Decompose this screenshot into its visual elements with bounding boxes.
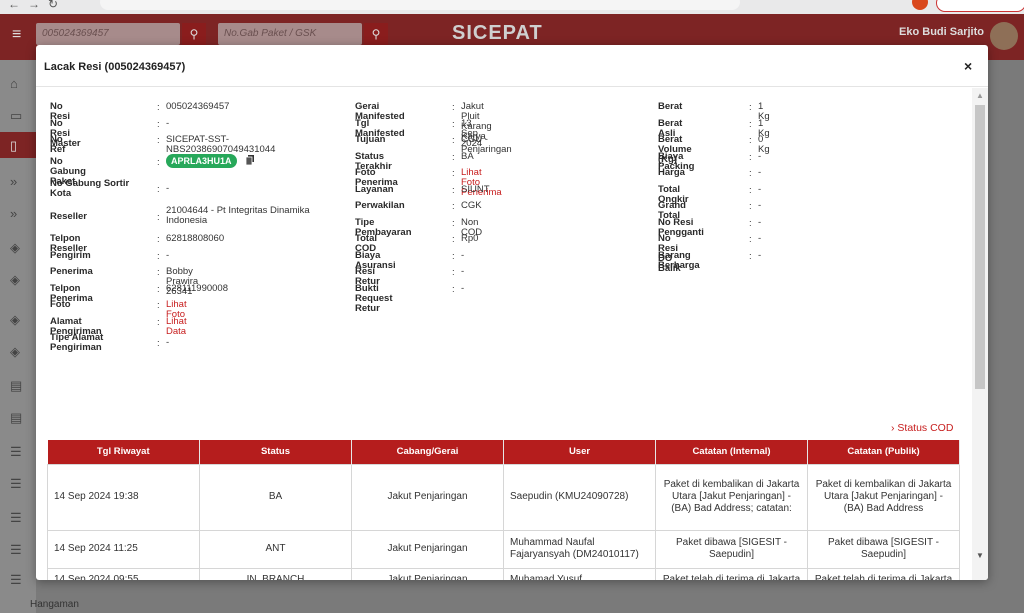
cell-tgl: 14 Sep 2024 19:38 (47, 463, 200, 531)
modal-header: Lacak Resi (005024369457) × (36, 45, 988, 87)
list-icon[interactable]: ☰ (10, 444, 22, 460)
chevron-down-icon[interactable]: » (10, 174, 17, 189)
table-header-row: Tgl Riwayat Status Cabang/Gerai User Cat… (47, 440, 960, 464)
box-icon[interactable]: ◈ (10, 272, 20, 288)
column-header[interactable]: Status (199, 440, 352, 464)
gabung-search-input[interactable]: No.Gab Paket / GSK (218, 23, 362, 45)
cell-cabang: Jakut Penjaringan (351, 529, 504, 569)
user-name: Eko Budi Sarjito (899, 26, 984, 38)
cell-catatan-internal: Paket telah di terima di Jakarta Utara [… (655, 567, 808, 580)
modal-body: No Resi : 005024369457 No Resi Master : … (36, 88, 972, 580)
cell-tgl: 14 Sep 2024 09:55 (47, 567, 200, 580)
cell-status: ANT (199, 529, 352, 569)
chevron-down-icon[interactable]: » (10, 206, 17, 221)
menu-icon[interactable]: ≡ (12, 26, 21, 44)
avatar[interactable] (990, 22, 1018, 50)
column-header[interactable]: Cabang/Gerai (351, 440, 504, 464)
forward-icon[interactable]: → (28, 0, 40, 11)
package-icon[interactable]: ▯ (10, 138, 17, 154)
cell-catatan-publik: Paket di kembalikan di Jakarta Utara [Ja… (807, 463, 960, 531)
cell-user: Muhammad Naufal Fajaryansyah (DM24010117… (503, 529, 656, 569)
cell-status: BA (199, 463, 352, 531)
cell-catatan-internal: Paket di kembalikan di Jakarta Utara [Ja… (655, 463, 808, 531)
close-button[interactable]: × (964, 58, 972, 74)
box-icon[interactable]: ◈ (10, 240, 20, 256)
column-header[interactable]: Catatan (Publik) (807, 440, 960, 464)
column-header[interactable]: User (503, 440, 656, 464)
table-row: 14 Sep 2024 09:55 IN_BRANCH Jakut Penjar… (47, 567, 960, 580)
cell-catatan-internal: Paket dibawa [SIGESIT - Saepudin] (655, 529, 808, 569)
cell-user: Muhamad Yusuf (DMMR24070113) (503, 567, 656, 580)
cell-user: Saepudin (KMU24090728) (503, 463, 656, 531)
resi-search-input[interactable]: 005024369457 (36, 23, 180, 45)
truck-icon[interactable]: ▭ (10, 108, 22, 124)
modal-scrollbar[interactable]: ▲ ▼ (972, 88, 988, 580)
reload-icon[interactable]: ↻ (48, 0, 58, 11)
back-icon[interactable]: ← (8, 0, 20, 11)
cell-cabang: Jakut Penjaringan (351, 463, 504, 531)
cell-catatan-publik: Paket telah di terima di Jakarta Utara [… (807, 567, 960, 580)
cell-status: IN_BRANCH (199, 567, 352, 580)
modal-title: Lacak Resi (005024369457) (44, 61, 186, 73)
status-cod-link[interactable]: › Status COD (891, 422, 953, 434)
profile-icon[interactable] (912, 0, 928, 10)
scroll-thumb[interactable] (975, 105, 985, 389)
sidebar-item-active[interactable] (0, 132, 36, 158)
search-icon[interactable]: ⚲ (182, 23, 206, 45)
table-row: 14 Sep 2024 11:25 ANT Jakut Penjaringan … (47, 529, 960, 569)
address-bar[interactable] (100, 0, 740, 10)
scroll-up-icon[interactable]: ▲ (976, 91, 984, 100)
list-icon[interactable]: ☰ (10, 476, 22, 492)
search-icon[interactable]: ⚲ (364, 23, 388, 45)
history-table: Tgl Riwayat Status Cabang/Gerai User Cat… (47, 440, 960, 580)
box-icon[interactable]: ◈ (10, 312, 20, 328)
gabung-paket-badge: APRLA3HU1A (166, 154, 237, 168)
box-icon[interactable]: ◈ (10, 344, 20, 360)
list-icon[interactable]: ☰ (10, 542, 22, 558)
list-icon[interactable]: ☰ (10, 510, 22, 526)
sidebar-footer-label: Hangaman (30, 599, 79, 610)
copy-icon[interactable] (246, 155, 254, 165)
lihat-data-link[interactable]: Lihat Data (166, 317, 187, 337)
table-row: 14 Sep 2024 19:38 BA Jakut Penjaringan S… (47, 463, 960, 531)
sicepat-logo: SICEPAT (452, 22, 543, 44)
cell-catatan-publik: Paket dibawa [SIGESIT - Saepudin] (807, 529, 960, 569)
browser-toolbar: ← → ↻ (0, 0, 1024, 14)
home-icon[interactable]: ⌂ (10, 76, 18, 91)
column-header[interactable]: Catatan (Internal) (655, 440, 808, 464)
list-icon[interactable]: ☰ (10, 572, 22, 588)
scroll-down-icon[interactable]: ▼ (976, 551, 984, 560)
cell-tgl: 14 Sep 2024 11:25 (47, 529, 200, 569)
cell-cabang: Jakut Penjaringan (351, 567, 504, 580)
browser-action-button[interactable] (936, 0, 1024, 12)
inbox-icon[interactable]: ▤ (10, 410, 22, 426)
column-header[interactable]: Tgl Riwayat (47, 440, 200, 464)
lacak-resi-modal: Lacak Resi (005024369457) × No Resi : 00… (36, 45, 988, 580)
sidebar: ⌂ ▭ ▯ » » ◈ ◈ ◈ ◈ ▤ ▤ ☰ ☰ ☰ ☰ ☰ (0, 60, 36, 613)
inbox-icon[interactable]: ▤ (10, 378, 22, 394)
